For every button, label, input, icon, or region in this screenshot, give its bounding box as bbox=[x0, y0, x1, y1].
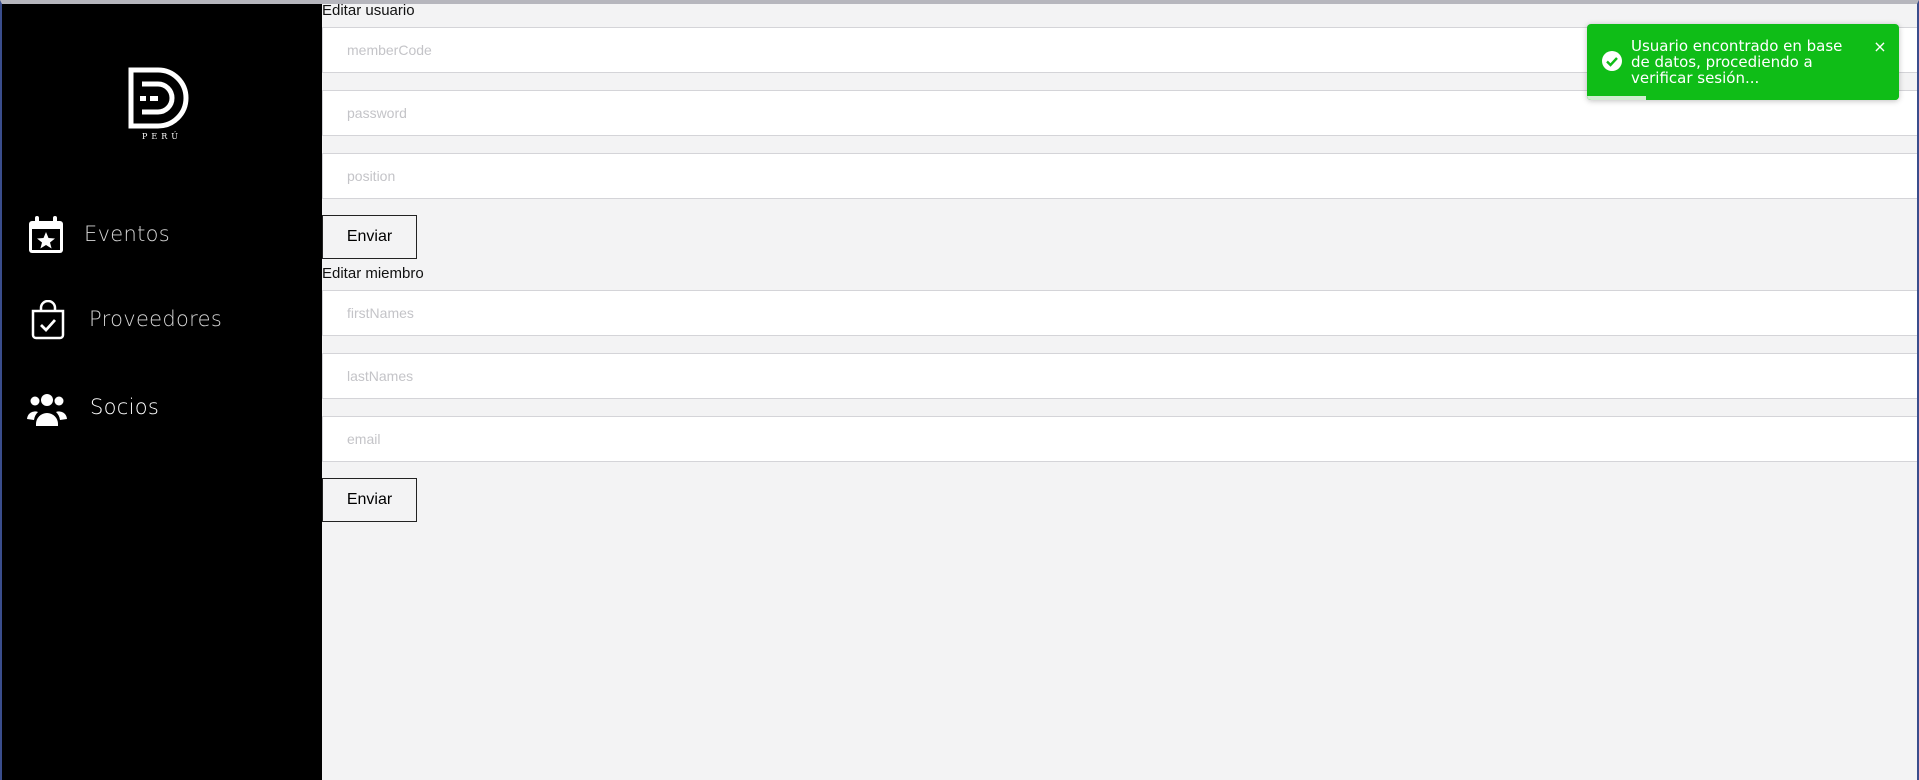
sidebar-item-proveedores[interactable]: Proveedores bbox=[0, 290, 322, 350]
sidebar-item-label: Proveedores bbox=[89, 307, 223, 331]
sidebar-item-label: Eventos bbox=[84, 222, 171, 246]
sidebar: PERÚ Eventos Proveedores Socios bbox=[0, 0, 322, 780]
main-content: Editar usuario Enviar Editar miembro Env… bbox=[322, 0, 1919, 780]
sidebar-item-eventos[interactable]: Eventos bbox=[0, 205, 322, 265]
shopping-bag-check-icon bbox=[31, 300, 65, 340]
logo-mark-icon bbox=[128, 67, 189, 129]
edit-user-submit-button[interactable]: Enviar bbox=[322, 215, 417, 259]
last-names-input[interactable] bbox=[322, 353, 1918, 399]
logo-text: PERÚ bbox=[142, 132, 182, 141]
position-input[interactable] bbox=[322, 153, 1918, 199]
edit-member-title: Editar miembro bbox=[322, 265, 424, 282]
toast-progress-bar bbox=[1587, 96, 1647, 100]
email-input[interactable] bbox=[322, 416, 1918, 462]
check-circle-icon bbox=[1602, 51, 1622, 71]
edit-member-submit-button[interactable]: Enviar bbox=[322, 478, 417, 522]
users-group-icon bbox=[27, 394, 67, 426]
first-names-input[interactable] bbox=[322, 290, 1918, 336]
sidebar-item-label: Socios bbox=[90, 395, 160, 419]
toast-progress-track bbox=[1587, 96, 1899, 100]
edit-user-title: Editar usuario bbox=[322, 2, 415, 19]
toast-message: Usuario encontrado en base de datos, pro… bbox=[1631, 37, 1843, 87]
brand-logo: PERÚ bbox=[128, 66, 196, 148]
toast-close-button[interactable]: × bbox=[1869, 36, 1891, 58]
calendar-star-icon bbox=[29, 216, 63, 253]
success-toast: Usuario encontrado en base de datos, pro… bbox=[1587, 24, 1899, 100]
sidebar-item-socios[interactable]: Socios bbox=[0, 378, 322, 438]
